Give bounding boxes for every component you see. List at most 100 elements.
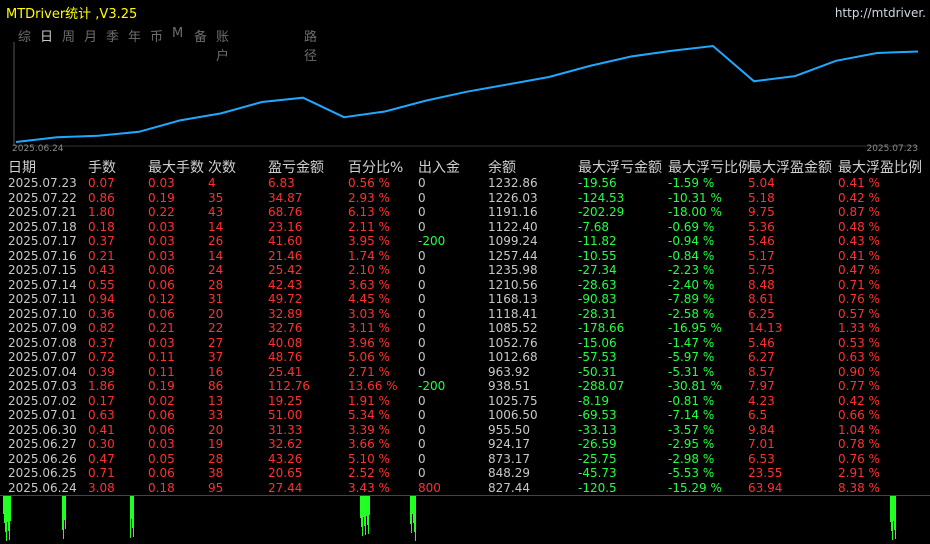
table-row: 2025.06.27 0.30 0.03 19 32.62 3.66 % 0 924.17 -2…	[0, 437, 930, 452]
equity-line	[15, 44, 919, 143]
cell-count: 38	[208, 466, 224, 480]
cell-pct: 3.96 %	[348, 335, 390, 350]
cell-date: 2025.07.01	[8, 408, 77, 422]
cell-mfpp: 0.42 %	[838, 190, 880, 205]
indicator-bar	[8, 496, 9, 531]
cell-mflp: -30.81 %	[668, 379, 722, 393]
cell-lots: 0.39	[88, 364, 115, 379]
indicator-bar	[890, 496, 891, 522]
cell-max-lots: 0.06	[148, 466, 175, 480]
cell-date: 2025.07.09	[8, 321, 77, 335]
cell-mfpp: 0.87 %	[838, 205, 880, 219]
cell-count: 95	[208, 480, 224, 495]
header-max-float-profit-pct: 最大浮盈比例	[838, 160, 922, 176]
cell-lots: 0.43	[88, 263, 115, 277]
cell-mfl: -28.31	[578, 306, 617, 321]
cell-pnl: 6.83	[268, 176, 295, 190]
cell-mfl: -8.19	[578, 393, 610, 408]
cell-date: 2025.07.03	[8, 379, 77, 393]
cell-count: 14	[208, 219, 224, 234]
cell-balance: 848.29	[488, 466, 530, 480]
cell-mflp: -15.29 %	[668, 480, 722, 495]
table-row: 2025.07.16 0.21 0.03 14 21.46 1.74 % 0 1257.44 -…	[0, 249, 930, 264]
indicator-bar	[891, 496, 892, 531]
website-link[interactable]: http://mtdriver.	[835, 6, 926, 20]
cell-balance: 1210.56	[488, 277, 538, 292]
cell-mfpp: 0.47 %	[838, 263, 880, 277]
table-row: 2025.07.03 1.86 0.19 86 112.76 13.66 % -200 938…	[0, 379, 930, 394]
indicator-bar	[894, 496, 895, 530]
cell-balance: 1191.16	[488, 205, 538, 219]
cell-max-lots: 0.03	[148, 219, 175, 234]
cell-date: 2025.07.16	[8, 248, 77, 263]
cell-pct: 3.03 %	[348, 306, 390, 321]
cell-mfl: -11.82	[578, 234, 617, 248]
cell-inout: 0	[418, 422, 426, 437]
cell-mflp: -7.14 %	[668, 408, 715, 422]
cell-mfpp: 1.33 %	[838, 321, 880, 335]
indicator-bar	[63, 496, 64, 539]
equity-curve-chart	[13, 42, 919, 147]
indicator-bar	[6, 496, 7, 541]
cell-mfpp: 2.91 %	[838, 466, 880, 480]
indicator-bar	[131, 496, 132, 519]
cell-date: 2025.07.04	[8, 364, 77, 379]
cell-pnl: 34.87	[268, 190, 303, 205]
header-balance: 余额	[488, 160, 516, 176]
cell-max-lots: 0.22	[148, 205, 175, 219]
header-inout: 出入金	[418, 160, 460, 176]
cell-date: 2025.06.26	[8, 451, 77, 466]
cell-mflp: -0.69 %	[668, 219, 715, 234]
cell-max-lots: 0.03	[148, 437, 175, 451]
cell-mfpp: 0.77 %	[838, 379, 880, 393]
table-row: 2025.06.25 0.71 0.06 38 20.65 2.52 % 0 848.29 -4…	[0, 466, 930, 481]
indicator-bar	[5, 496, 6, 532]
cell-count: 37	[208, 350, 224, 364]
cell-pct: 2.52 %	[348, 466, 390, 480]
cell-mfl: -15.06	[578, 335, 617, 350]
cell-date: 2025.07.18	[8, 219, 77, 234]
cell-pnl: 112.76	[268, 379, 310, 393]
header-pct: 百分比%	[348, 160, 404, 176]
indicator-bar	[133, 496, 134, 537]
cell-inout: 0	[418, 437, 426, 451]
cell-max-lots: 0.06	[148, 277, 175, 292]
indicator-bar	[7, 496, 8, 522]
cell-mfl: -178.66	[578, 321, 625, 335]
cell-inout: -200	[418, 234, 446, 248]
cell-lots: 1.80	[88, 205, 115, 219]
header-max-float-loss-pct: 最大浮亏比例	[668, 160, 752, 176]
cell-count: 24	[208, 263, 224, 277]
cell-max-lots: 0.06	[148, 263, 175, 277]
cell-pnl: 42.43	[268, 277, 303, 292]
cell-pct: 1.91 %	[348, 393, 390, 408]
cell-pnl: 25.42	[268, 263, 303, 277]
tab-7[interactable]: M	[172, 26, 183, 41]
indicator-bar	[412, 496, 413, 514]
cell-mfp: 8.48	[748, 277, 775, 292]
indicator-bar	[9, 496, 10, 540]
cell-mfp: 14.13	[748, 321, 783, 335]
indicator-bar	[415, 496, 416, 541]
cell-mflp: -3.57 %	[668, 422, 715, 437]
cell-count: 14	[208, 248, 224, 263]
cell-count: 4	[208, 176, 216, 190]
cell-mflp: -2.58 %	[668, 306, 715, 321]
indicator-bar	[65, 496, 66, 529]
cell-mfp: 8.57	[748, 364, 775, 379]
cell-pct: 2.93 %	[348, 190, 390, 205]
cell-mflp: -1.47 %	[668, 335, 715, 350]
cell-lots: 0.86	[88, 190, 115, 205]
cell-balance: 1168.13	[488, 292, 538, 306]
cell-pnl: 49.72	[268, 292, 303, 306]
cell-count: 28	[208, 451, 224, 466]
cell-count: 19	[208, 437, 224, 451]
cell-balance: 1257.44	[488, 248, 538, 263]
bottom-indicator-panel	[0, 495, 930, 544]
cell-pnl: 25.41	[268, 364, 303, 379]
cell-inout: 0	[418, 408, 426, 422]
cell-pnl: 40.08	[268, 335, 303, 350]
cell-balance: 955.50	[488, 422, 530, 437]
cell-lots: 0.17	[88, 393, 115, 408]
cell-count: 26	[208, 234, 224, 248]
